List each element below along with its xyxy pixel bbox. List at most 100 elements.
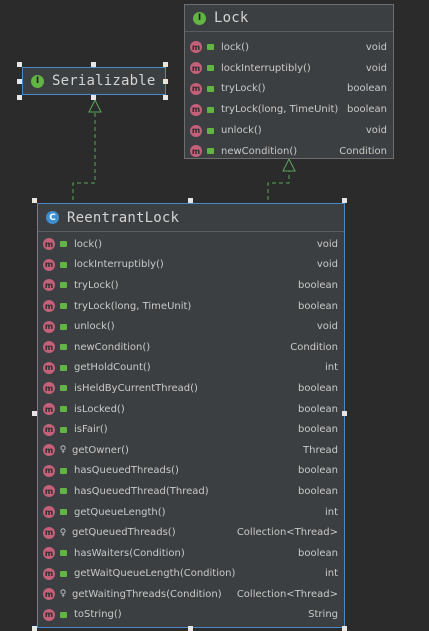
- selection-handle[interactable]: [188, 626, 193, 631]
- selection-handle[interactable]: [32, 411, 37, 416]
- reentrantlock-class-node[interactable]: C ReentrantLock m lock() void m lockInterrup…: [37, 203, 345, 628]
- method-row[interactable]: m getWaitQueueLength(Condition) int: [38, 564, 344, 585]
- method-return-type: boolean: [298, 382, 338, 394]
- method-return-type: int: [324, 506, 338, 518]
- method-row[interactable]: m getQueueLength() int: [38, 502, 344, 523]
- method-return-type: void: [365, 62, 387, 74]
- method-icon: m: [190, 41, 202, 54]
- selection-handle[interactable]: [342, 626, 347, 631]
- method-icon: m: [43, 588, 55, 601]
- public-visibility-icon: [60, 323, 67, 330]
- method-row[interactable]: m tryLock(long, TimeUnit) boolean: [185, 99, 393, 120]
- selection-handle[interactable]: [188, 198, 193, 203]
- method-row[interactable]: m isHeldByCurrentThread() boolean: [38, 378, 344, 399]
- method-return-type: boolean: [298, 279, 338, 291]
- method-row[interactable]: m newCondition() Condition: [185, 141, 393, 162]
- public-visibility-icon: [207, 127, 214, 134]
- public-visibility-icon: [60, 611, 67, 618]
- method-row[interactable]: m isLocked() boolean: [38, 399, 344, 420]
- method-return-type: Condition: [290, 341, 338, 353]
- public-visibility-icon: [60, 364, 67, 371]
- selection-handle[interactable]: [163, 62, 168, 67]
- selection-handle[interactable]: [163, 79, 168, 84]
- method-row[interactable]: m lock() void: [185, 37, 393, 58]
- method-row[interactable]: m ♀ getQueuedThreads() Collection<Thread>: [38, 522, 344, 543]
- selection-handle[interactable]: [342, 198, 347, 203]
- method-row[interactable]: m lockInterruptibly() void: [38, 255, 344, 276]
- public-visibility-icon: [207, 148, 214, 155]
- selection-handle[interactable]: [17, 62, 22, 67]
- method-row[interactable]: m isFair() boolean: [38, 419, 344, 440]
- public-visibility-icon: [60, 426, 67, 433]
- method-name: isFair(): [74, 424, 108, 436]
- method-name: getQueuedThreads(): [72, 527, 176, 539]
- lock-interface-node[interactable]: I Lock m lock() void m lockInterruptibly() vo…: [184, 4, 394, 159]
- method-row[interactable]: m hasQueuedThreads() boolean: [38, 461, 344, 482]
- public-visibility-icon: [60, 570, 67, 577]
- method-icon: m: [190, 103, 202, 116]
- method-return-type: int: [324, 362, 338, 374]
- method-name: newCondition(): [221, 145, 298, 157]
- method-icon: m: [43, 258, 55, 271]
- selection-handle[interactable]: [32, 626, 37, 631]
- method-return-type: boolean: [298, 300, 338, 312]
- public-visibility-icon: [207, 65, 214, 72]
- public-visibility-icon: [60, 467, 67, 474]
- method-row[interactable]: m unlock() void: [38, 316, 344, 337]
- method-icon: m: [43, 506, 55, 519]
- lock-method-list: m lock() void m lockInterruptibly() void m tryL…: [185, 32, 393, 162]
- method-icon: m: [43, 464, 55, 477]
- selection-handle[interactable]: [91, 95, 96, 100]
- method-row[interactable]: m tryLock() boolean: [38, 275, 344, 296]
- reentrantlock-title: ReentrantLock: [67, 209, 180, 226]
- public-visibility-icon: [60, 241, 67, 248]
- method-icon: m: [43, 279, 55, 292]
- method-return-type: int: [324, 568, 338, 580]
- method-return-type: boolean: [298, 424, 338, 436]
- method-icon: m: [190, 62, 202, 75]
- serializable-interface-node[interactable]: I Serializable: [22, 67, 166, 95]
- public-visibility-icon: [60, 406, 67, 413]
- method-row[interactable]: m getHoldCount() int: [38, 358, 344, 379]
- selection-handle[interactable]: [17, 79, 22, 84]
- protected-visibility-icon: ♀: [59, 527, 67, 538]
- public-visibility-icon: [60, 509, 67, 516]
- method-icon: m: [43, 547, 55, 560]
- method-row[interactable]: m newCondition() Condition: [38, 337, 344, 358]
- method-icon: m: [43, 485, 55, 498]
- method-row[interactable]: m lockInterruptibly() void: [185, 58, 393, 79]
- method-row[interactable]: m toString() String: [38, 605, 344, 626]
- implements-serializable-link: [72, 111, 96, 200]
- selection-handle[interactable]: [32, 198, 37, 203]
- method-name: getWaitQueueLength(Condition): [74, 568, 236, 580]
- method-row[interactable]: m unlock() void: [185, 120, 393, 141]
- public-visibility-icon: [207, 85, 214, 92]
- selection-handle[interactable]: [17, 95, 22, 100]
- selection-handle[interactable]: [163, 95, 168, 100]
- method-icon: m: [43, 403, 55, 416]
- method-row[interactable]: m tryLock() boolean: [185, 79, 393, 100]
- method-name: lock(): [74, 238, 102, 250]
- selection-handle[interactable]: [342, 411, 347, 416]
- method-name: getWaitingThreads(Condition): [72, 588, 222, 600]
- method-row[interactable]: m lock() void: [38, 234, 344, 255]
- method-return-type: boolean: [347, 83, 387, 95]
- selection-handle[interactable]: [91, 62, 96, 67]
- method-name: tryLock(long, TimeUnit): [74, 300, 192, 312]
- method-return-type: Thread: [303, 444, 338, 456]
- method-icon: m: [43, 567, 55, 580]
- interface-icon: I: [31, 74, 44, 88]
- method-return-type: boolean: [347, 104, 387, 116]
- implements-serializable-arrowhead: [88, 98, 102, 113]
- method-return-type: void: [316, 321, 338, 333]
- interface-icon: I: [193, 11, 206, 25]
- method-name: toString(): [74, 609, 122, 621]
- method-row[interactable]: m ♀ getOwner() Thread: [38, 440, 344, 461]
- method-row[interactable]: m hasQueuedThread(Thread) boolean: [38, 481, 344, 502]
- method-row[interactable]: m tryLock(long, TimeUnit) boolean: [38, 296, 344, 317]
- method-name: unlock(): [74, 321, 115, 333]
- method-row[interactable]: m hasWaiters(Condition) boolean: [38, 543, 344, 564]
- method-row[interactable]: m ♀ getWaitingThreads(Condition) Collection…: [38, 584, 344, 605]
- method-icon: m: [190, 124, 202, 137]
- method-icon: m: [43, 238, 55, 251]
